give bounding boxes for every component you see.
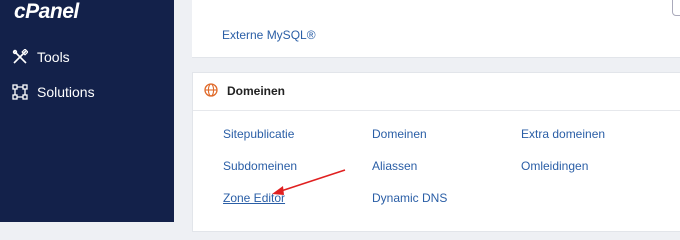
link-subdomeinen[interactable]: Subdomeinen: [223, 159, 297, 173]
domains-section: Domeinen Sitepublicatie Domeinen Extra d…: [192, 72, 680, 232]
main-content: Externe MySQL® Domeinen Sitepublicatie D…: [174, 0, 680, 232]
link-omleidingen[interactable]: Omleidingen: [521, 159, 588, 173]
domains-section-header[interactable]: Domeinen: [193, 73, 680, 111]
sidebar-item-tools[interactable]: Tools: [12, 49, 70, 65]
sidebar-item-solutions[interactable]: Solutions: [12, 84, 95, 100]
link-domeinen[interactable]: Domeinen: [372, 127, 427, 141]
sidebar-item-label: Tools: [37, 49, 70, 65]
globe-icon: [204, 83, 218, 97]
link-zone-editor[interactable]: Zone Editor: [223, 191, 285, 205]
link-externe-mysql[interactable]: Externe MySQL®: [222, 28, 316, 42]
database-section: Externe MySQL®: [192, 0, 680, 58]
cpanel-logo[interactable]: cPanel: [14, 0, 79, 24]
sidebar-item-label: Solutions: [37, 84, 95, 100]
tools-icon: [12, 49, 28, 64]
solutions-icon: [12, 84, 28, 100]
link-extra-domeinen[interactable]: Extra domeinen: [521, 127, 605, 141]
link-sitepublicatie[interactable]: Sitepublicatie: [223, 127, 294, 141]
sidebar: cPanel Tools Solutions: [0, 0, 174, 222]
link-dynamic-dns[interactable]: Dynamic DNS: [372, 191, 447, 205]
domains-section-title: Domeinen: [227, 84, 286, 98]
top-right-control[interactable]: [672, 0, 680, 16]
link-aliassen[interactable]: Aliassen: [372, 159, 417, 173]
